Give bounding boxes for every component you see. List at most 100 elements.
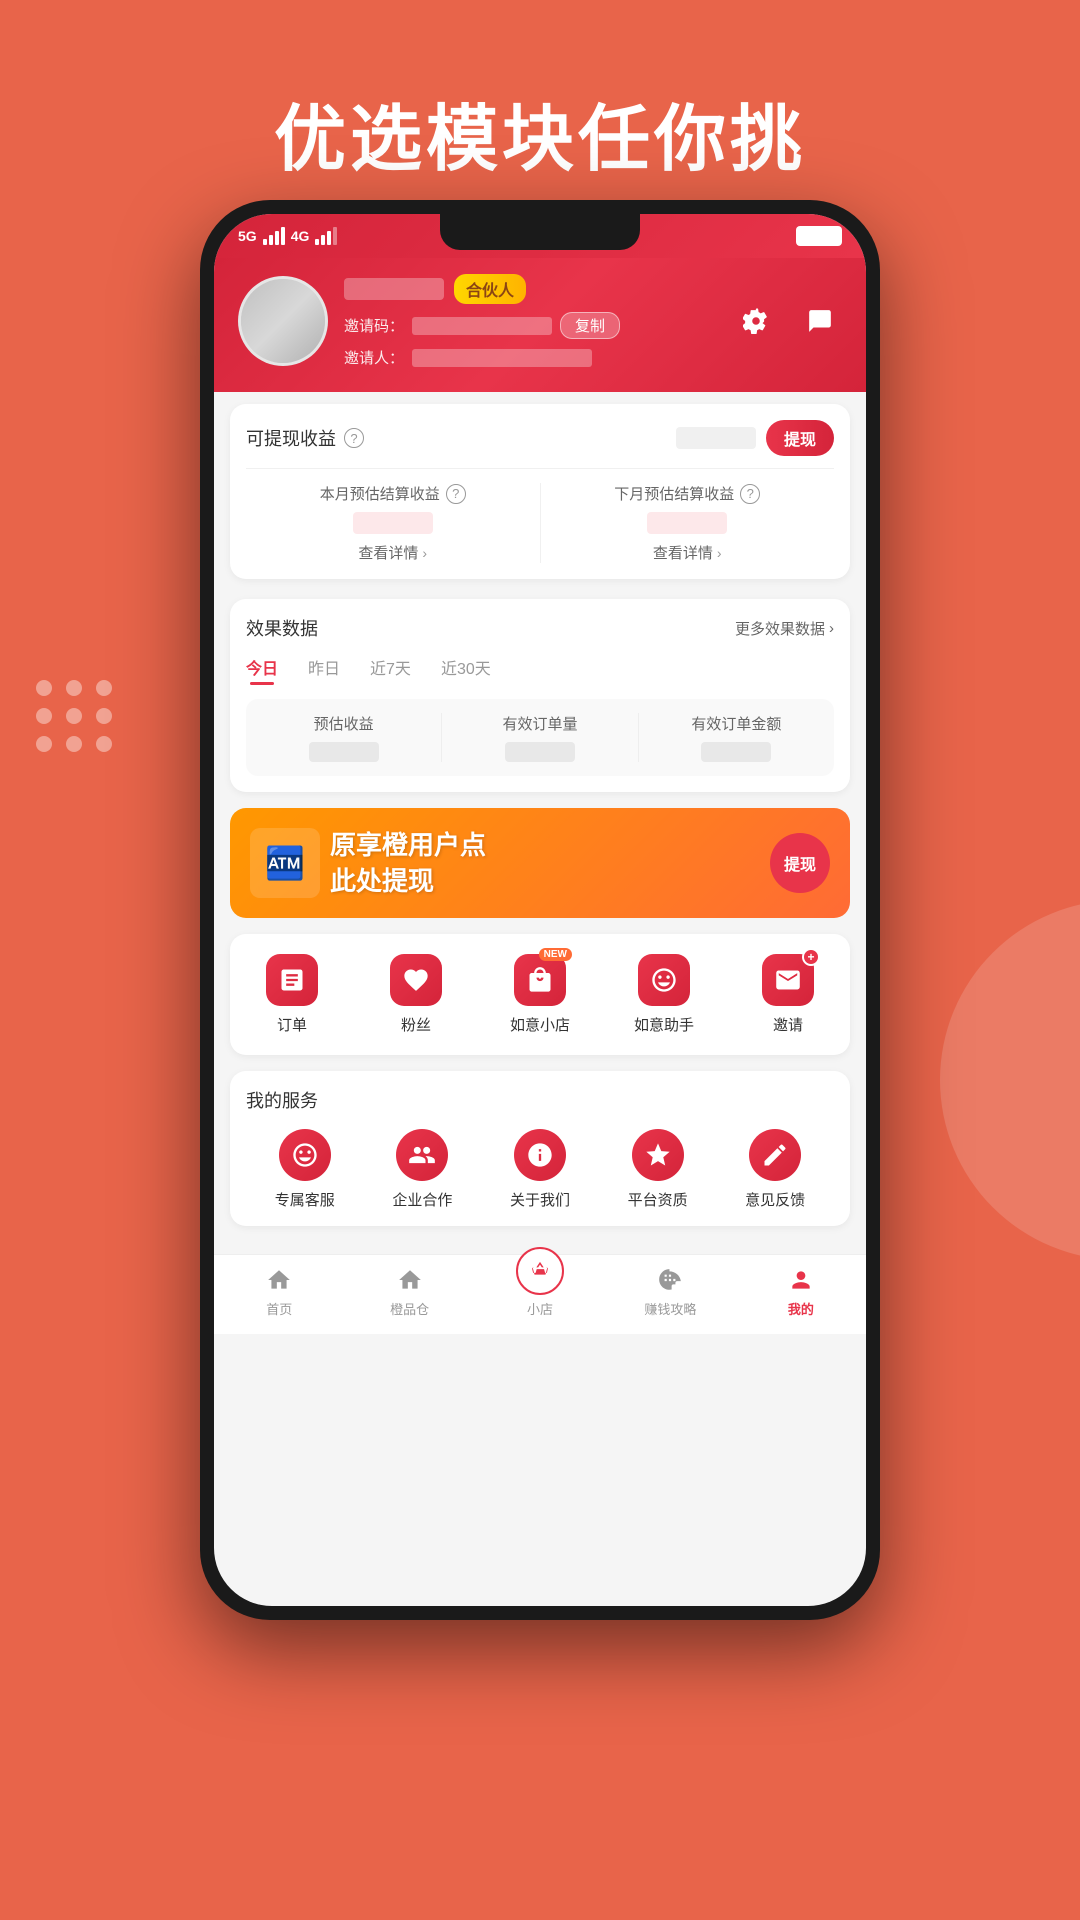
this-month-label: 本月预估结算收益	[320, 483, 440, 504]
tab-yesterday[interactable]: 昨日	[308, 655, 340, 685]
service-item-enterprise[interactable]: 企业合作	[364, 1129, 482, 1210]
profile-header: 合伙人 邀请码： 复制 邀请人：	[214, 258, 866, 392]
partner-badge: 合伙人	[454, 274, 526, 304]
inviter-label: 邀请人：	[344, 347, 404, 368]
network-4g: 4G	[291, 228, 310, 244]
my-icon	[786, 1265, 816, 1295]
username-blur	[344, 278, 444, 300]
stat-label-amount: 有效订单金额	[639, 713, 834, 734]
service-item-feedback[interactable]: 意见反馈	[716, 1129, 834, 1210]
nav-item-smallstore[interactable]: 小店	[475, 1265, 605, 1318]
invite-code-label: 邀请码：	[344, 315, 404, 336]
service-item-about[interactable]: 关于我们	[481, 1129, 599, 1210]
withdraw-button[interactable]: 提现	[766, 420, 834, 456]
tab-30days[interactable]: 近30天	[441, 655, 491, 685]
earnings-help-icon[interactable]: ?	[344, 428, 364, 448]
atm-icon: 🏧	[250, 828, 320, 898]
next-month-value-blur	[647, 512, 727, 534]
nav-label-home: 首页	[266, 1299, 292, 1318]
services-grid: 专属客服 企业合作	[246, 1129, 834, 1210]
copy-button[interactable]: 复制	[560, 312, 620, 339]
nav-label-strategy: 赚钱攻略	[644, 1299, 696, 1318]
tabs-row: 今日 昨日 近7天 近30天	[246, 655, 834, 685]
menu-item-fans[interactable]: 粉丝	[354, 954, 478, 1035]
battery-icon	[796, 226, 842, 246]
strategy-icon	[655, 1265, 685, 1295]
network-5g: 5G	[238, 228, 257, 244]
tab-today[interactable]: 今日	[246, 655, 278, 685]
services-title: 我的服务	[246, 1087, 834, 1113]
this-month-earnings: 本月预估结算收益 ? 查看详情 ›	[246, 483, 541, 563]
earnings-card: 可提现收益 ? 提现 本月预估结算收益	[230, 404, 850, 579]
effect-title: 效果数据	[246, 615, 318, 641]
menu-item-store[interactable]: NEW 如意小店	[478, 954, 602, 1035]
next-month-earnings: 下月预估结算收益 ? 查看详情 ›	[541, 483, 835, 563]
service-label-about: 关于我们	[510, 1189, 570, 1210]
services-section: 我的服务 专属客服	[230, 1071, 850, 1226]
service-label-feedback: 意见反馈	[745, 1189, 805, 1210]
nav-item-warehouse[interactable]: 橙品仓	[344, 1265, 474, 1318]
effect-data-section: 效果数据 更多效果数据 › 今日 昨日 近7天 近30天	[230, 599, 850, 792]
menu-item-invite[interactable]: + 邀请	[726, 954, 850, 1035]
home-icon	[264, 1265, 294, 1295]
stat-label-earnings: 预估收益	[246, 713, 441, 734]
nav-item-strategy[interactable]: 赚钱攻略	[605, 1265, 735, 1318]
enterprise-icon	[396, 1129, 448, 1181]
status-left: 5G 4G	[238, 227, 337, 245]
invite-code-blur	[412, 317, 552, 335]
service-label-customer: 专属客服	[275, 1189, 335, 1210]
next-month-label: 下月预估结算收益	[614, 483, 734, 504]
stat-valid-orders: 有效订单量	[442, 713, 638, 762]
stats-row: 预估收益 有效订单量 有效订单金额	[246, 699, 834, 776]
tab-7days[interactable]: 近7天	[370, 655, 411, 685]
phone-wrapper: 5G 4G	[200, 200, 880, 1620]
this-month-help[interactable]: ?	[446, 484, 466, 504]
earnings-title: 可提现收益	[246, 425, 336, 451]
stat-value-amount-blur	[701, 742, 771, 762]
this-month-value-blur	[353, 512, 433, 534]
phone-screen: 5G 4G	[214, 214, 866, 1606]
decorative-half-circle	[940, 900, 1080, 1260]
decorative-dots	[36, 680, 114, 752]
service-label-qualification: 平台资质	[628, 1189, 688, 1210]
new-badge-store: NEW	[539, 948, 572, 961]
nav-label-warehouse: 橙品仓	[390, 1299, 429, 1318]
menu-label-invite: 邀请	[773, 1014, 803, 1035]
service-item-qualification[interactable]: 平台资质	[599, 1129, 717, 1210]
warehouse-icon	[395, 1265, 425, 1295]
stat-label-orders: 有效订单量	[442, 713, 637, 734]
bottom-nav: 首页 橙品仓	[214, 1254, 866, 1334]
this-month-view-detail[interactable]: 查看详情 ›	[254, 542, 532, 563]
earnings-amount-blur	[676, 427, 756, 449]
menu-label-fans: 粉丝	[401, 1014, 431, 1035]
more-data-button[interactable]: 更多效果数据 ›	[735, 618, 834, 639]
stat-value-earnings-blur	[309, 742, 379, 762]
settings-button[interactable]	[734, 299, 778, 343]
service-item-customer[interactable]: 专属客服	[246, 1129, 364, 1210]
menu-item-assistant[interactable]: 如意助手	[602, 954, 726, 1035]
service-label-enterprise: 企业合作	[392, 1189, 452, 1210]
smallstore-icon	[516, 1247, 564, 1295]
phone-notch	[440, 214, 640, 250]
nav-item-my[interactable]: 我的	[736, 1265, 866, 1318]
quick-menu: 订单 粉丝	[230, 934, 850, 1055]
inviter-blur	[412, 349, 592, 367]
nav-label-my: 我的	[788, 1299, 814, 1318]
menu-label-assistant: 如意助手	[634, 1014, 694, 1035]
nav-label-smallstore: 小店	[527, 1299, 553, 1318]
customer-service-icon	[279, 1129, 331, 1181]
phone-frame: 5G 4G	[200, 200, 880, 1620]
next-month-view-detail[interactable]: 查看详情 ›	[549, 542, 827, 563]
next-month-help[interactable]: ?	[740, 484, 760, 504]
about-icon	[514, 1129, 566, 1181]
menu-item-order[interactable]: 订单	[230, 954, 354, 1035]
signal-icon-2	[315, 227, 337, 245]
stat-value-orders-blur	[505, 742, 575, 762]
avatar[interactable]	[238, 276, 328, 366]
qualification-icon	[632, 1129, 684, 1181]
message-button[interactable]	[798, 299, 842, 343]
nav-item-home[interactable]: 首页	[214, 1265, 344, 1318]
banner-withdraw-btn[interactable]: 提现	[770, 833, 830, 893]
withdrawal-banner[interactable]: 🏧 原享橙用户点 此处提现 提现	[230, 808, 850, 918]
stat-estimated-earnings: 预估收益	[246, 713, 442, 762]
